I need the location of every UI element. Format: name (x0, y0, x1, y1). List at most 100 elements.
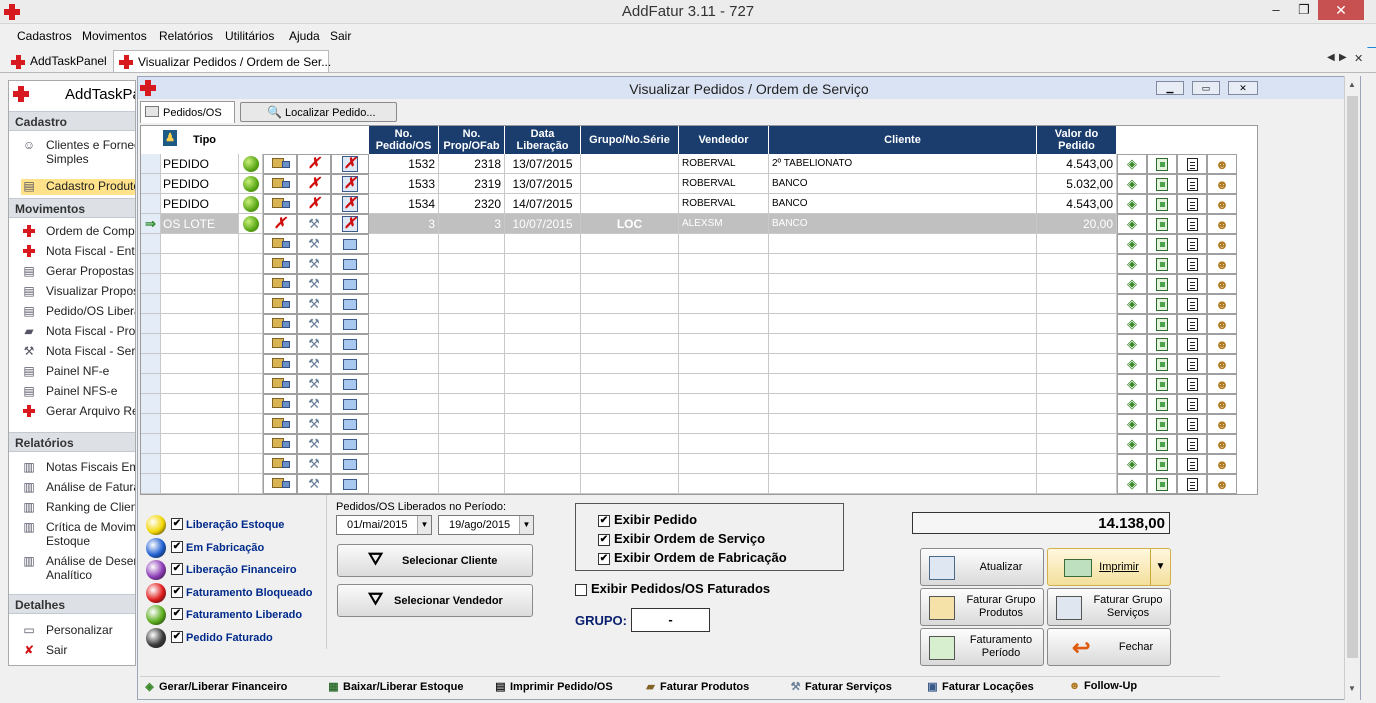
tab-visualizar-pedidos[interactable]: Visualizar Pedidos / Ordem de Ser... (113, 50, 331, 72)
grid-cell-a1[interactable]: ◈ (1117, 374, 1147, 394)
grid-cell-i2[interactable]: ⚒ (297, 314, 331, 334)
task-item[interactable]: ▤ Cadastro Produto (21, 179, 135, 195)
grid-cell-a4[interactable]: ☻ (1207, 454, 1237, 474)
mdi-restore-button[interactable]: ▭ (1192, 81, 1220, 95)
grid-cell-i2[interactable]: ✗ (297, 154, 331, 174)
grid-cell-i2[interactable]: ⚒ (297, 374, 331, 394)
grid-cell-i1[interactable] (263, 294, 297, 314)
option-exibir-faturados[interactable]: Exibir Pedidos/OS Faturados (575, 581, 770, 596)
period-from-combo[interactable]: 01/mai/2015 ▼ (336, 515, 432, 535)
task-item[interactable]: ⚒ Nota Fiscal - Serv (21, 344, 135, 360)
task-item[interactable]: ▥ Ranking de Clien (21, 500, 135, 516)
localizar-pedido-button[interactable]: 🔍 Localizar Pedido... (240, 102, 397, 122)
grid-cell-i3[interactable] (331, 274, 369, 294)
grid-cell-a4[interactable]: ☻ (1207, 434, 1237, 454)
menu-movimentos[interactable]: Movimentos (82, 29, 147, 43)
fechar-button[interactable]: ↩ Fechar (1047, 628, 1171, 666)
grid-cell-i2[interactable]: ⚒ (297, 394, 331, 414)
grid-cell-i1[interactable] (263, 414, 297, 434)
grid-cell-a2[interactable] (1147, 314, 1177, 334)
grid-cell-a4[interactable]: ☻ (1207, 254, 1237, 274)
grid-cell-i2[interactable]: ⚒ (297, 254, 331, 274)
grid-cell-i2[interactable]: ⚒ (297, 354, 331, 374)
grid-cell-a3[interactable] (1177, 434, 1207, 454)
task-item[interactable]: ▤ Visualizar Propos (21, 284, 135, 300)
grid-cell-a4[interactable]: ☻ (1207, 194, 1237, 214)
grid-cell-i1[interactable] (263, 154, 297, 174)
grid-cell-i1[interactable] (263, 474, 297, 494)
grid-cell-a2[interactable] (1147, 254, 1177, 274)
faturar-grupo-produtos-button[interactable]: Faturar Grupo Produtos (920, 588, 1044, 626)
footer-link[interactable]: ▤ Imprimir Pedido/OS (493, 680, 612, 693)
column-header-valor[interactable]: Valor do Pedido (1037, 126, 1117, 154)
chevron-down-icon[interactable]: ▼ (1150, 549, 1170, 585)
grid-cell-a1[interactable]: ◈ (1117, 194, 1147, 214)
grid-cell-a1[interactable]: ◈ (1117, 234, 1147, 254)
grid-cell-a3[interactable] (1177, 194, 1207, 214)
grid-cell-a4[interactable]: ☻ (1207, 294, 1237, 314)
selecionar-cliente-button[interactable]: ⛛ Selecionar Cliente (337, 544, 533, 577)
grid-cell-a3[interactable] (1177, 174, 1207, 194)
grid-cell-i3[interactable] (331, 434, 369, 454)
menu-ajuda[interactable]: Ajuda (289, 29, 320, 43)
task-item[interactable]: ▥ Análise de Desem Analítico (21, 554, 135, 582)
minimize-button[interactable]: – (1262, 2, 1290, 22)
column-header-cliente[interactable]: Cliente (769, 126, 1037, 154)
menu-utilitarios[interactable]: Utilitários (225, 29, 274, 43)
grid-cell-i3[interactable]: ✗ (331, 174, 369, 194)
legend-checkbox[interactable]: ✔ (171, 585, 183, 598)
checkbox[interactable] (575, 583, 587, 596)
grid-cell-a4[interactable]: ☻ (1207, 234, 1237, 254)
grid-cell-a2[interactable] (1147, 154, 1177, 174)
grid-cell-a4[interactable]: ☻ (1207, 154, 1237, 174)
grid-cell-i1[interactable] (263, 194, 297, 214)
task-item[interactable]: Gerar Arquivo Re (21, 404, 135, 420)
grid-cell-a2[interactable] (1147, 474, 1177, 494)
legend-checkbox[interactable]: ✔ (171, 630, 183, 643)
task-item[interactable]: ▥ Análise de Fatura (21, 480, 135, 496)
scrollbar-thumb[interactable] (1347, 96, 1358, 658)
grid-cell-i2[interactable]: ✗ (297, 194, 331, 214)
grid-cell-a4[interactable]: ☻ (1207, 174, 1237, 194)
mdi-minimize-button[interactable]: ▁ (1156, 81, 1184, 95)
grid-cell-a2[interactable] (1147, 434, 1177, 454)
column-header-pedido[interactable]: No. Pedido/OS (369, 126, 439, 154)
tab-close-icon[interactable]: ✕ (1354, 52, 1363, 65)
grid-cell-a1[interactable]: ◈ (1117, 354, 1147, 374)
grid-cell-a4[interactable]: ☻ (1207, 274, 1237, 294)
scroll-up-icon[interactable]: ▲ (1348, 80, 1356, 89)
grid-cell-a4[interactable]: ☻ (1207, 474, 1237, 494)
chevron-down-icon[interactable]: ▼ (417, 516, 431, 534)
grid-cell-a3[interactable] (1177, 214, 1207, 234)
grid-cell-i2[interactable]: ⚒ (297, 274, 331, 294)
grid-cell-i2[interactable]: ⚒ (297, 334, 331, 354)
footer-link[interactable]: ▦ Baixar/Liberar Estoque (326, 680, 463, 693)
grid-cell-i2[interactable]: ⚒ (297, 414, 331, 434)
grid-cell-a2[interactable] (1147, 414, 1177, 434)
footer-link[interactable]: ⚒ Faturar Serviços (788, 680, 892, 693)
chevron-down-icon[interactable]: ▼ (519, 516, 533, 534)
grid-cell-i2[interactable]: ⚒ (297, 234, 331, 254)
column-header-prop[interactable]: No. Prop/OFab (439, 126, 505, 154)
grid-cell-a2[interactable] (1147, 454, 1177, 474)
grid-cell-a1[interactable]: ◈ (1117, 154, 1147, 174)
maximize-button[interactable]: ❐ (1290, 2, 1318, 22)
selecionar-vendedor-button[interactable]: ⛛ Selecionar Vendedor (337, 584, 533, 617)
grid-cell-a3[interactable] (1177, 394, 1207, 414)
grid-cell-a2[interactable] (1147, 354, 1177, 374)
column-header-tipo[interactable]: ♟ Tipo (161, 126, 239, 154)
footer-link[interactable]: ☻ Follow-Up (1067, 680, 1137, 692)
task-item[interactable]: ▤ Painel NF-e (21, 364, 135, 380)
grid-cell-a1[interactable]: ◈ (1117, 454, 1147, 474)
option-exibir-of[interactable]: ✔ Exibir Ordem de Fabricação (598, 550, 787, 565)
imprimir-button[interactable]: Imprimir ▼ (1047, 548, 1171, 586)
grid-cell-i3[interactable] (331, 474, 369, 494)
grid-cell-a3[interactable] (1177, 454, 1207, 474)
checkbox[interactable]: ✔ (598, 552, 610, 565)
grid-cell-a4[interactable]: ☻ (1207, 334, 1237, 354)
grid-cell-i1[interactable] (263, 374, 297, 394)
checkbox[interactable]: ✔ (598, 514, 610, 527)
grid-cell-i1[interactable] (263, 394, 297, 414)
task-item[interactable]: ▥ Notas Fiscais Em (21, 460, 135, 476)
grid-cell-i1[interactable] (263, 174, 297, 194)
